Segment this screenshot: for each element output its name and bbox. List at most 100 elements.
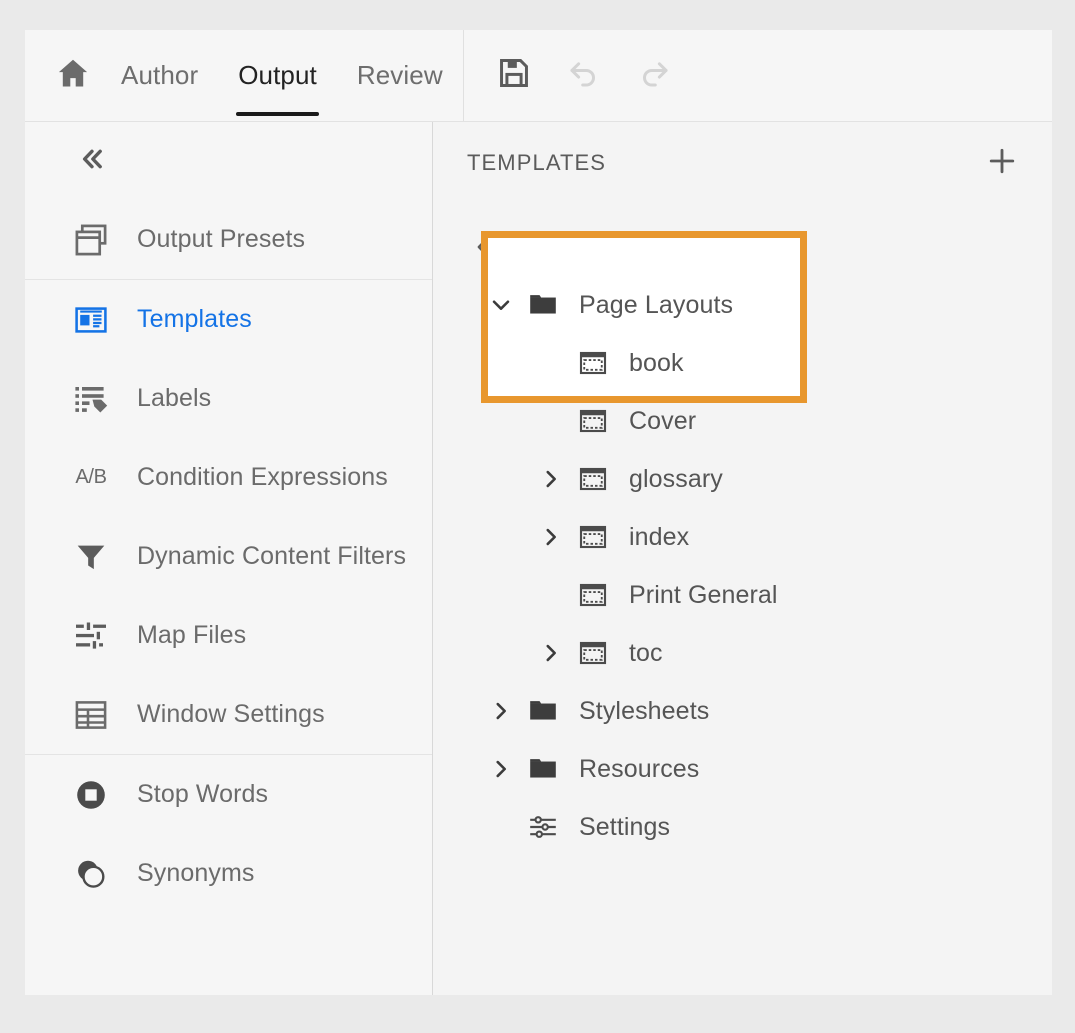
tree-row-page-layouts[interactable]: Page Layouts xyxy=(433,276,1052,334)
sidebar-group-presets: Output Presets xyxy=(25,200,432,279)
tree-row-resources[interactable]: Resources xyxy=(433,740,1052,798)
chevron-right-icon[interactable] xyxy=(485,695,517,727)
tree-row-cover-label: Cover xyxy=(629,407,696,436)
panel-header: TEMPLATES xyxy=(433,122,1052,204)
funnel-icon xyxy=(71,537,111,577)
tree-row-stylesheets[interactable]: Stylesheets xyxy=(433,682,1052,740)
application-window: Author Output Review xyxy=(25,30,1052,995)
chevron-right-icon[interactable] xyxy=(535,521,567,553)
tree-row-pdf-label: PDF xyxy=(561,233,611,262)
save-button[interactable] xyxy=(492,54,536,98)
sidebar-item-stop-words-label: Stop Words xyxy=(137,780,268,809)
stop-square-icon xyxy=(71,775,111,815)
sidebar-item-dynamic-content-filters-label: Dynamic Content Filters xyxy=(137,542,406,571)
plus-icon xyxy=(985,144,1019,183)
templates-panel: TEMPLATES xyxy=(433,122,1052,995)
folder-icon xyxy=(525,751,561,787)
sidebar-item-templates-label: Templates xyxy=(137,305,252,334)
tree-row-settings[interactable]: Settings xyxy=(433,798,1052,856)
tab-author[interactable]: Author xyxy=(101,30,218,121)
tab-bar: Author Output Review xyxy=(25,30,464,121)
tab-review[interactable]: Review xyxy=(337,30,463,121)
page-layout-icon xyxy=(575,403,611,439)
sidebar-item-condition-expressions[interactable]: A/B Condition Expressions xyxy=(25,438,432,517)
top-toolbar: Author Output Review xyxy=(25,30,1052,122)
home-icon xyxy=(55,55,91,96)
chevron-down-icon[interactable] xyxy=(485,289,517,321)
tab-output[interactable]: Output xyxy=(218,30,337,121)
add-template-button[interactable] xyxy=(980,141,1024,185)
sidebar-item-synonyms[interactable]: Synonyms xyxy=(25,834,432,913)
tree-row-cover[interactable]: Cover xyxy=(433,392,1052,450)
page-layout-icon xyxy=(575,635,611,671)
page-layout-icon xyxy=(575,577,611,613)
windows-stack-icon xyxy=(71,220,111,260)
chevron-right-icon[interactable] xyxy=(535,463,567,495)
chevron-right-icon[interactable] xyxy=(535,637,567,669)
folder-icon xyxy=(525,693,561,729)
tree-row-print-general-label: Print General xyxy=(629,581,778,610)
main-content: Output Presets Templates xyxy=(25,122,1052,995)
sidebar-collapse-row xyxy=(25,122,432,200)
page-layout-icon xyxy=(575,345,611,381)
toolbar-actions xyxy=(464,30,676,121)
tree-row-print-general[interactable]: Print General xyxy=(433,566,1052,624)
tree-row-toc-label: toc xyxy=(629,639,663,668)
sidebar-item-dynamic-content-filters[interactable]: Dynamic Content Filters xyxy=(25,517,432,596)
tree-row-book[interactable]: book xyxy=(433,334,1052,392)
sliders-icon xyxy=(525,809,561,845)
table-grid-icon xyxy=(71,695,111,735)
sidebar-group-content: Templates xyxy=(25,279,432,754)
redo-icon xyxy=(635,54,673,97)
ab-icon-text: A/B xyxy=(75,466,106,489)
back-chevron-icon[interactable] xyxy=(467,231,499,263)
overlapping-circles-icon xyxy=(71,854,111,894)
tree-row-index[interactable]: index xyxy=(433,508,1052,566)
template-tree: A PDF xyxy=(433,204,1052,995)
sidebar-item-condition-expressions-label: Condition Expressions xyxy=(137,463,388,492)
page-title: TEMPLATES xyxy=(467,150,606,176)
highlighted-rows: Page Layouts book xyxy=(433,276,1052,450)
tree-row-toc[interactable]: toc xyxy=(433,624,1052,682)
sidebar-item-synonyms-label: Synonyms xyxy=(137,859,255,888)
svg-text:A: A xyxy=(521,246,530,258)
chevron-right-icon[interactable] xyxy=(485,753,517,785)
undo-button[interactable] xyxy=(562,54,606,98)
tab-author-label: Author xyxy=(121,60,198,91)
page-layout-icon xyxy=(575,519,611,555)
pdf-file-icon: A xyxy=(507,229,543,265)
save-icon xyxy=(497,56,531,95)
tree-row-settings-label: Settings xyxy=(579,813,670,842)
sidebar-item-output-presets-label: Output Presets xyxy=(137,225,305,254)
tree-row-book-label: book xyxy=(629,349,684,378)
tree-row-index-label: index xyxy=(629,523,689,552)
left-sidebar: Output Presets Templates xyxy=(25,122,433,995)
ab-icon: A/B xyxy=(71,458,111,498)
collapse-sidebar-button[interactable] xyxy=(69,140,111,182)
map-files-icon xyxy=(71,616,111,656)
tab-output-label: Output xyxy=(238,60,317,91)
label-tag-icon xyxy=(71,379,111,419)
sidebar-item-output-presets[interactable]: Output Presets xyxy=(25,200,432,279)
sidebar-item-map-files[interactable]: Map Files xyxy=(25,596,432,675)
page-layout-icon xyxy=(575,461,611,497)
undo-icon xyxy=(565,54,603,97)
redo-button[interactable] xyxy=(632,54,676,98)
sidebar-group-words: Stop Words Synonyms xyxy=(25,754,432,913)
home-button[interactable] xyxy=(45,30,101,121)
tree-row-glossary-label: glossary xyxy=(629,465,723,494)
sidebar-item-labels[interactable]: Labels xyxy=(25,359,432,438)
sidebar-item-labels-label: Labels xyxy=(137,384,211,413)
folder-icon xyxy=(525,287,561,323)
sidebar-item-map-files-label: Map Files xyxy=(137,621,246,650)
tab-review-label: Review xyxy=(357,60,443,91)
tree-row-page-layouts-label: Page Layouts xyxy=(579,291,733,320)
sidebar-item-templates[interactable]: Templates xyxy=(25,280,432,359)
tree-row-pdf[interactable]: A PDF xyxy=(433,218,1052,276)
sidebar-item-window-settings-label: Window Settings xyxy=(137,700,325,729)
tree-row-glossary[interactable]: glossary xyxy=(433,450,1052,508)
template-layout-icon xyxy=(71,300,111,340)
sidebar-item-window-settings[interactable]: Window Settings xyxy=(25,675,432,754)
sidebar-item-stop-words[interactable]: Stop Words xyxy=(25,755,432,834)
double-chevron-left-icon xyxy=(73,142,107,181)
